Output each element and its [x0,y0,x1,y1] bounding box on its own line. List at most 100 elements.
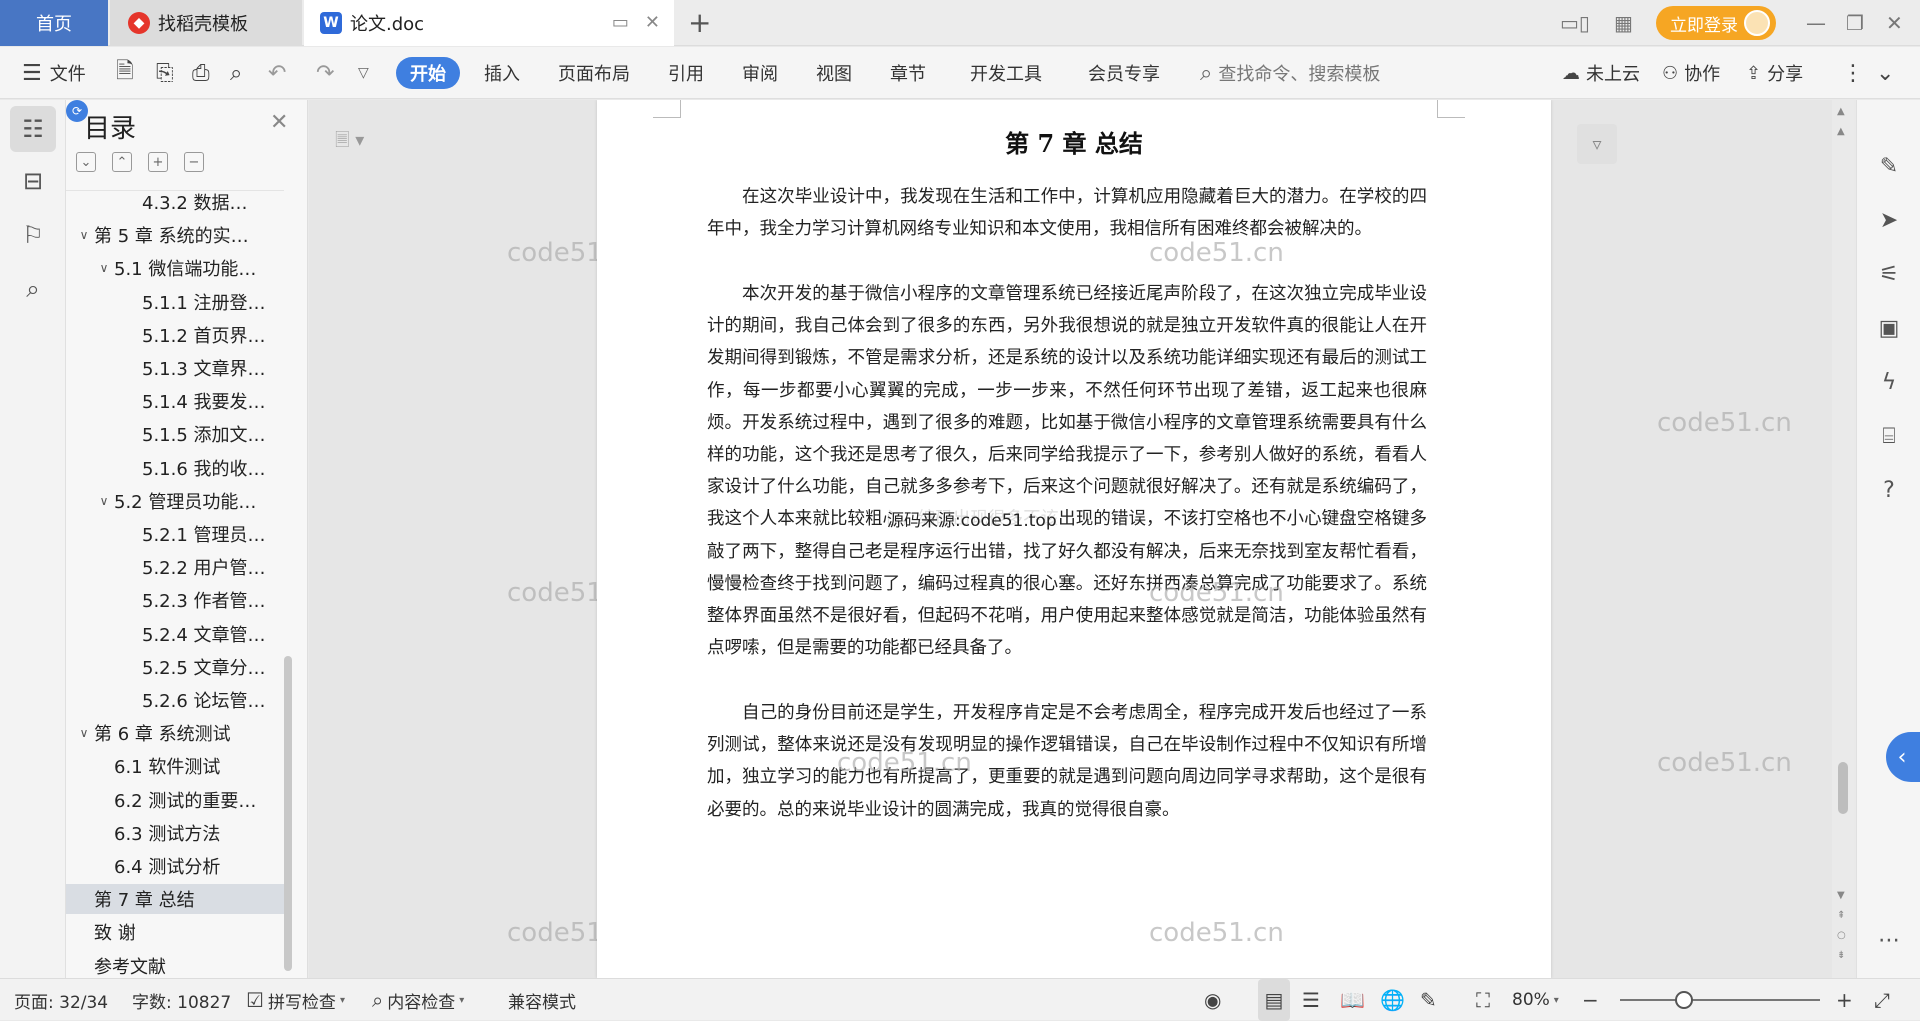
undo-icon[interactable]: ↶ [268,47,286,99]
web-view-icon[interactable]: 🌐 [1380,979,1405,1021]
toc-item[interactable]: ∨ 5.2 管理员功能… [66,486,284,516]
print-icon[interactable]: ⎙ [192,47,210,99]
cloud-status-button[interactable]: ☁ 未上云 [1562,47,1640,99]
toc-item[interactable]: 5.2.6 论坛管… [66,685,284,715]
toc-item[interactable]: 6.4 测试分析 [66,851,284,881]
toc-item[interactable]: 第 7 章 总结 [66,884,284,915]
toc-item[interactable]: 5.2.5 文章分… [66,652,284,682]
toc-item[interactable]: 5.2.2 用户管… [66,552,284,582]
scroll-down-icon[interactable]: ▼ [1837,890,1845,901]
word-count[interactable]: 字数: 10827 [132,979,231,1021]
next-page-icon[interactable]: ⇟ [1837,950,1845,961]
close-icon[interactable]: ✕ [270,110,288,135]
toc-item[interactable]: ∨ 第 6 章 系统测试 [66,718,284,748]
toc-item[interactable]: 6.3 测试方法 [66,818,284,848]
paragraph[interactable]: 自己的身份目前还是学生，开发程序肯定是不会考虑周全，程序完成开发后也经过了一系列… [707,697,1427,826]
toc-item[interactable]: 参考文献 [66,951,284,975]
eye-protection-icon[interactable]: ◉ [1204,979,1221,1021]
adjust-icon[interactable]: ⚟ [1875,260,1903,288]
tab-chapter[interactable]: 章节 [890,47,926,99]
book-search-icon[interactable]: ⌸ [1875,422,1903,450]
tab-page-layout[interactable]: 页面布局 [558,47,630,99]
find-icon[interactable]: ⌕ [10,266,56,312]
spell-check-button[interactable]: ☑ 拼写检查 ▾ [246,979,345,1021]
zoom-out-icon[interactable]: − [1582,979,1599,1021]
tab-start[interactable]: 开始 [396,57,460,89]
chevron-down-icon[interactable]: ∨ [94,261,114,275]
fullscreen-icon[interactable]: ⤢ [1874,979,1890,1021]
write-mode-icon[interactable]: ✎ [1420,979,1437,1021]
document-page[interactable]: 第 7 章 总结 在这次毕业设计中，我发现在生活和工作中，计算机应用隐藏着巨大的… [597,100,1551,978]
scroll-up-icon[interactable]: ▲ [1837,126,1845,137]
toc-item[interactable]: 致 谢 [66,917,284,947]
layout-icon[interactable]: ▭▯ [1560,0,1590,46]
login-button[interactable]: 立即登录 [1656,6,1776,40]
tab-view[interactable]: 视图 [816,47,852,99]
redo-icon[interactable]: ↷ [316,47,334,99]
page-select-icon[interactable]: ○ [1837,930,1846,941]
toc-item[interactable]: 5.1.6 我的收… [66,453,284,483]
vertical-scrollbar[interactable]: ▲ ▲ ▼ ⇞ ○ ⇟ [1832,100,1854,978]
tab-references[interactable]: 引用 [668,47,704,99]
tab-member[interactable]: 会员专享 [1088,47,1160,99]
chapter-nav-icon[interactable]: ⊟ [10,158,56,204]
more-options-icon[interactable]: ⋮ [1842,47,1864,99]
zoom-level[interactable]: 80% ▾ [1512,979,1559,1021]
help-icon[interactable]: ? [1875,476,1903,504]
toc-item[interactable]: 5.2.4 文章管… [66,619,284,649]
toc-item[interactable]: 5.2.3 作者管… [66,585,284,615]
command-search[interactable]: ⌕ 查找命令、搜索模板 [1200,47,1380,99]
content-check-button[interactable]: ⌕ 内容检查 ▾ [372,979,464,1021]
tab-template[interactable]: ◆ 找稻壳模板 [110,0,302,46]
toc-item[interactable]: 5.1.3 文章界… [66,353,284,383]
toc-item[interactable]: ∨ 5.1 微信端功能… [66,253,284,283]
toc-item[interactable]: 5.1.1 注册登… [66,287,284,317]
tab-developer[interactable]: 开发工具 [970,47,1042,99]
toc-item[interactable]: 4.3.2 数据… [66,191,284,217]
lightning-icon[interactable]: ϟ [1875,368,1903,396]
chevron-down-icon[interactable]: ∨ [74,726,94,740]
zoom-slider[interactable] [1620,999,1820,1001]
zoom-in-icon[interactable]: + [1836,979,1853,1021]
tab-review[interactable]: 审阅 [742,47,778,99]
tab-document[interactable]: W 论文.doc ▭ ✕ [304,0,674,46]
toc-item[interactable]: 6.1 软件测试 [66,751,284,781]
remove-heading-icon[interactable]: − [184,152,204,172]
toc-scrollbar[interactable] [284,656,292,971]
page-indicator[interactable]: 页面: 32/34 [14,979,108,1021]
reading-view-icon[interactable]: 📖 [1340,979,1365,1021]
quick-access-dropdown-icon[interactable]: ▽ [358,47,369,99]
toc-item[interactable]: 5.1.4 我要发… [66,386,284,416]
scrollbar-thumb[interactable] [1838,762,1848,814]
minimize-button[interactable]: — [1806,0,1826,46]
more-tools-icon[interactable]: ⋯ [1875,926,1903,954]
page-view-icon[interactable]: ▤ [1258,979,1290,1021]
prev-page-icon[interactable]: ⇞ [1837,910,1845,921]
filter-icon[interactable]: ▿ [1577,124,1617,164]
toc-item[interactable]: 6.2 测试的重要… [66,785,284,815]
share-button[interactable]: ⇪ 分享 [1746,47,1803,99]
new-tab-button[interactable]: + [688,6,711,39]
file-menu-button[interactable]: ☰ 文件 [22,47,86,99]
add-heading-icon[interactable]: + [148,152,168,172]
apps-grid-icon[interactable]: ▦ [1614,0,1633,46]
collapse-all-icon[interactable]: ⌄ [76,152,96,172]
fit-page-icon[interactable]: ⛶ [1476,979,1490,1021]
restore-button[interactable]: ❐ [1846,0,1864,46]
toc-item[interactable]: 5.2.1 管理员… [66,519,284,549]
toc-item[interactable]: 5.1.2 首页界… [66,320,284,350]
document-menu-icon[interactable]: 🗏 ▾ [335,128,364,158]
collapse-ribbon-icon[interactable]: ⌄ [1876,47,1894,99]
pen-icon[interactable]: ✎ [1875,152,1903,180]
scroll-top-icon[interactable]: ▲ [1837,106,1845,117]
collaborate-button[interactable]: ⚇ 协作 [1662,47,1720,99]
toc-item[interactable]: 5.1.5 添加文… [66,419,284,449]
tab-home[interactable]: 首页 [0,0,108,46]
bookmark-icon[interactable]: ⚐ [10,212,56,258]
export-icon[interactable]: ⎘ [156,47,174,99]
tab-insert[interactable]: 插入 [484,47,520,99]
paragraph[interactable]: 本次开发的基于微信小程序的文章管理系统已经接近尾声阶段了，在这次独立完成毕业设计… [707,278,1427,664]
close-tab-icon[interactable]: ✕ [645,12,660,33]
paragraph[interactable]: 在这次毕业设计中，我发现在生活和工作中，计算机应用隐藏着巨大的潜力。在学校的四年… [707,181,1427,245]
save-icon[interactable]: 🗎 [116,47,134,99]
